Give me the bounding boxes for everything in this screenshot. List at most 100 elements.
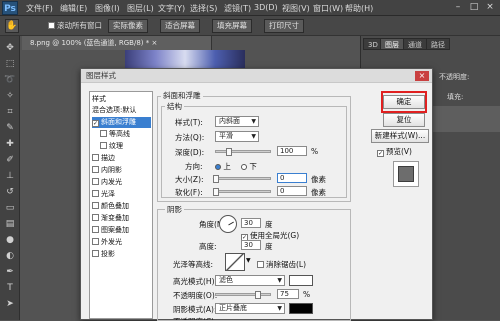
stamp-tool-icon[interactable]: ⊥	[3, 170, 17, 182]
dialog-title-bar[interactable]: 图层样式 ×	[81, 69, 432, 83]
checkbox-icon[interactable]	[92, 166, 99, 173]
chevron-down-icon[interactable]: ▼	[246, 257, 251, 264]
magic-wand-tool-icon[interactable]: ✧	[3, 90, 17, 102]
style-item[interactable]: ✓ 斜面和浮雕	[92, 117, 151, 128]
style-item[interactable]: 外发光	[92, 237, 122, 248]
direction-down-radio[interactable]: 下	[241, 161, 257, 172]
depth-slider-handle[interactable]	[226, 148, 232, 156]
highlight-opacity-input[interactable]: 75	[277, 289, 299, 299]
soften-slider-handle[interactable]	[213, 188, 219, 196]
dodge-tool-icon[interactable]: ◐	[3, 250, 17, 262]
checkbox-icon[interactable]	[92, 226, 99, 233]
menu-help[interactable]: 帮助(H)	[345, 3, 373, 14]
brush-tool-icon[interactable]: ✐	[3, 154, 17, 166]
technique-select[interactable]: 平滑 ▼	[215, 131, 259, 142]
shadow-mode-select[interactable]: 正片叠底 ▼	[215, 303, 285, 314]
menu-window[interactable]: 窗口(W)	[313, 3, 343, 14]
reset-button[interactable]: 复位	[383, 113, 425, 127]
style-item[interactable]: 描边	[92, 153, 115, 164]
tab-paths[interactable]: 路径	[426, 38, 450, 50]
fill-screen-button[interactable]: 填充屏幕	[212, 19, 252, 33]
highlight-opacity-handle[interactable]	[255, 291, 261, 299]
anti-alias-checkbox[interactable]: 消除锯齿(L)	[257, 259, 306, 270]
style-item[interactable]: 图案叠加	[92, 225, 129, 236]
lasso-tool-icon[interactable]: ➰	[3, 74, 17, 86]
crop-tool-icon[interactable]: ⌗	[3, 106, 17, 118]
canvas-image[interactable]	[125, 50, 245, 70]
checkbox-icon[interactable]	[92, 154, 99, 161]
actual-pixels-button[interactable]: 实际像素	[108, 19, 148, 33]
healing-tool-icon[interactable]: ✚	[3, 138, 17, 150]
style-item[interactable]: 内发光	[92, 177, 122, 188]
tab-layers[interactable]: 图层	[380, 38, 404, 50]
print-size-button[interactable]: 打印尺寸	[264, 19, 304, 33]
menu-3d[interactable]: 3D(D)	[254, 3, 278, 12]
styles-header[interactable]: 样式	[92, 94, 106, 105]
style-item[interactable]: 投影	[92, 249, 115, 260]
check-icon[interactable]: ✓	[92, 120, 99, 127]
minimize-icon[interactable]: –	[452, 2, 464, 13]
menu-image[interactable]: 图像(I)	[95, 3, 120, 14]
size-slider-handle[interactable]	[213, 175, 219, 183]
gloss-contour-preview[interactable]	[225, 253, 245, 271]
altitude-input[interactable]: 30	[241, 240, 261, 250]
depth-slider[interactable]	[215, 150, 271, 153]
bevel-style-select[interactable]: 内斜面 ▼	[215, 116, 259, 127]
checkbox-icon[interactable]	[100, 130, 107, 137]
blur-tool-icon[interactable]: ●	[3, 234, 17, 246]
maximize-icon[interactable]: □	[468, 2, 480, 13]
checkbox-icon[interactable]	[92, 214, 99, 221]
style-item[interactable]: 颜色叠加	[92, 201, 129, 212]
menu-edit[interactable]: 编辑(E)	[60, 3, 87, 14]
checkbox-icon[interactable]	[92, 250, 99, 257]
angle-dial[interactable]	[219, 215, 237, 233]
close-document-icon[interactable]: ×	[151, 39, 157, 47]
highlight-opacity-slider[interactable]	[215, 293, 271, 296]
checkbox-icon[interactable]	[92, 202, 99, 209]
scroll-all-windows-checkbox[interactable]: 滚动所有窗口	[48, 20, 102, 31]
highlight-color-swatch[interactable]	[289, 275, 313, 286]
size-slider[interactable]	[215, 177, 271, 180]
angle-input[interactable]: 30	[241, 218, 261, 228]
type-tool-icon[interactable]: T	[3, 282, 17, 294]
menu-type[interactable]: 文字(Y)	[158, 3, 185, 14]
fit-screen-button[interactable]: 适合屏幕	[160, 19, 200, 33]
eraser-tool-icon[interactable]: ▭	[3, 202, 17, 214]
style-item[interactable]: 等高线	[100, 129, 130, 140]
style-item[interactable]: 内阴影	[92, 165, 122, 176]
menu-filter[interactable]: 滤镜(T)	[224, 3, 251, 14]
eyedropper-tool-icon[interactable]: ✎	[3, 122, 17, 134]
gradient-tool-icon[interactable]: ▤	[3, 218, 17, 230]
menu-layer[interactable]: 图层(L)	[127, 3, 154, 14]
blending-options-item[interactable]: 混合选项:默认	[92, 105, 136, 116]
style-item[interactable]: 纹理	[100, 141, 123, 152]
checkbox-icon[interactable]	[92, 190, 99, 197]
size-input[interactable]: 0	[277, 173, 307, 183]
close-icon[interactable]: ×	[484, 2, 496, 13]
hand-tool-icon[interactable]: ✋	[5, 19, 19, 33]
checkbox-icon[interactable]	[100, 142, 107, 149]
highlight-mode-select[interactable]: 滤色 ▼	[215, 275, 285, 286]
menu-file[interactable]: 文件(F)	[26, 3, 53, 14]
shadow-color-swatch[interactable]	[289, 303, 313, 314]
style-item[interactable]: 渐变叠加	[92, 213, 129, 224]
document-tab[interactable]: 8.png @ 100% (蓝色通道, RGB/8) * ×	[22, 36, 212, 50]
new-style-button[interactable]: 新建样式(W)...	[371, 129, 429, 143]
marquee-tool-icon[interactable]: ⬚	[3, 58, 17, 70]
pen-tool-icon[interactable]: ✒	[3, 266, 17, 278]
depth-input[interactable]: 100	[277, 146, 307, 156]
soften-slider[interactable]	[215, 190, 271, 193]
checkbox-icon[interactable]	[92, 178, 99, 185]
soften-input[interactable]: 0	[277, 186, 307, 196]
history-brush-tool-icon[interactable]: ↺	[3, 186, 17, 198]
style-item[interactable]: 光泽	[92, 189, 115, 200]
path-selection-tool-icon[interactable]: ➤	[3, 298, 17, 310]
menu-view[interactable]: 视图(V)	[282, 3, 310, 14]
tab-channels[interactable]: 通道	[403, 38, 427, 50]
checkbox-icon[interactable]	[92, 238, 99, 245]
preview-checkbox[interactable]: ✓ 预览(V)	[377, 146, 412, 157]
direction-up-radio[interactable]: 上	[215, 161, 231, 172]
menu-select[interactable]: 选择(S)	[190, 3, 217, 14]
dialog-close-icon[interactable]: ×	[415, 71, 429, 81]
move-tool-icon[interactable]: ✥	[3, 42, 17, 54]
